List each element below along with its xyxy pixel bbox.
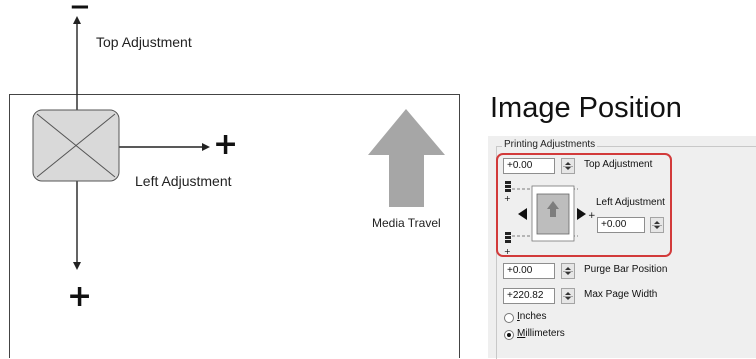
millimeters-label[interactable]: Millimeters bbox=[517, 328, 565, 339]
panel-title: Image Position bbox=[490, 92, 682, 124]
max-page-width-label: Max Page Width bbox=[584, 289, 658, 300]
group-label: Printing Adjustments bbox=[502, 139, 598, 150]
minus-sign: − bbox=[69, 0, 91, 22]
purge-bar-position-input[interactable]: +0.00 bbox=[503, 263, 555, 279]
top-adjustment-caption: Top Adjustment bbox=[96, 34, 192, 50]
inches-radio[interactable] bbox=[504, 313, 514, 323]
max-page-width-input[interactable]: +220.82 bbox=[503, 288, 555, 304]
max-page-width-spinner[interactable] bbox=[561, 288, 575, 304]
plus-sign-right: + bbox=[213, 127, 239, 162]
plus-sign-bottom: + bbox=[67, 279, 93, 314]
millimeters-radio[interactable] bbox=[504, 330, 514, 340]
media-travel-caption: Media Travel bbox=[372, 216, 441, 230]
inches-label[interactable]: Inches bbox=[517, 311, 546, 322]
highlight-box bbox=[496, 153, 672, 257]
purge-bar-position-spinner[interactable] bbox=[561, 263, 575, 279]
left-adjustment-caption: Left Adjustment bbox=[135, 173, 232, 189]
purge-bar-position-label: Purge Bar Position bbox=[584, 264, 668, 275]
